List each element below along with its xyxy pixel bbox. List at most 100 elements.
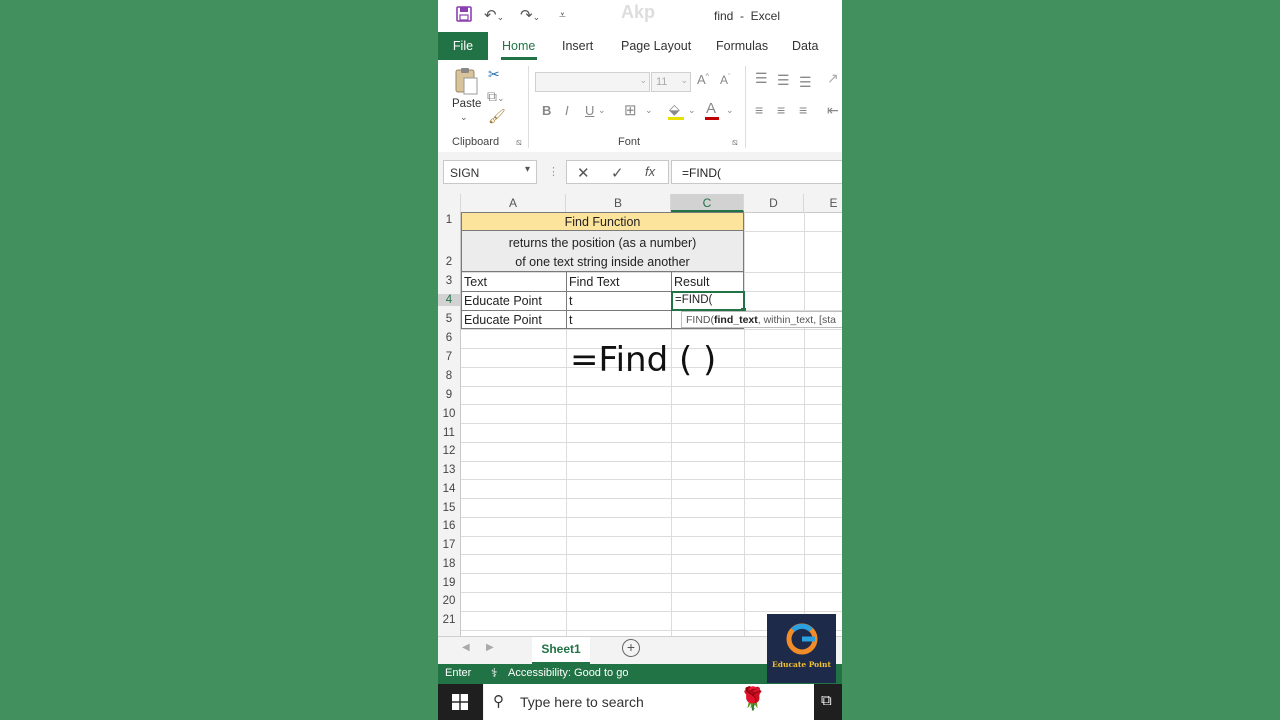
column-header-e[interactable]: E: [804, 194, 842, 212]
cell-a5[interactable]: Educate Point: [464, 313, 542, 327]
row-header[interactable]: 20: [438, 595, 460, 607]
name-box[interactable]: SIGN ▾: [443, 160, 537, 184]
select-all-corner[interactable]: [438, 194, 461, 212]
font-color-icon[interactable]: A: [706, 100, 716, 117]
cell-a4[interactable]: Educate Point: [464, 294, 542, 308]
ribbon-tabs: File Home Insert Page Layout Formulas Da…: [438, 32, 842, 60]
font-size-value: 11: [656, 76, 668, 88]
row-header[interactable]: 21: [438, 614, 460, 626]
row-header[interactable]: 19: [438, 577, 460, 589]
row-header[interactable]: 15: [438, 502, 460, 514]
column-header-a[interactable]: A: [461, 194, 566, 212]
tab-home[interactable]: Home: [502, 39, 535, 53]
row-header[interactable]: 7: [438, 351, 460, 363]
font-launcher-icon[interactable]: ⧅: [732, 137, 738, 148]
cell-a3[interactable]: Text: [464, 275, 487, 289]
row-header[interactable]: 13: [438, 464, 460, 476]
cell-title-merged[interactable]: Find Function: [461, 212, 744, 231]
font-color-swatch: [705, 117, 719, 120]
row-headers: 1 2 3 4 5 6 7 8 9 10 11 12 13 14 15 16 1…: [438, 212, 461, 636]
copy-icon[interactable]: ⧉⌄: [487, 88, 505, 105]
row-header[interactable]: 1: [438, 214, 460, 226]
row-header[interactable]: 2: [438, 256, 460, 268]
increase-font-icon[interactable]: A^: [697, 72, 709, 87]
enter-icon[interactable]: ✓: [611, 164, 624, 182]
cut-icon[interactable]: ✂: [488, 66, 500, 83]
top-align-icon[interactable]: ☰: [755, 70, 768, 87]
row-header-active[interactable]: 4: [438, 294, 460, 306]
scroll-right-icon[interactable]: ▶: [486, 642, 494, 653]
row-header[interactable]: 8: [438, 370, 460, 382]
align-right-icon[interactable]: ≡: [799, 102, 807, 118]
font-color-dropdown-icon[interactable]: ⌄: [726, 105, 734, 116]
sheet-tab-sheet1[interactable]: Sheet1: [532, 637, 590, 664]
task-view-button[interactable]: ⧉: [814, 684, 842, 720]
font-name-dropdown[interactable]: ⌄: [535, 72, 650, 92]
tab-page-layout[interactable]: Page Layout: [621, 39, 691, 53]
underline-dropdown-icon[interactable]: ⌄: [598, 105, 606, 116]
tooltip-current-arg[interactable]: find_text: [714, 314, 758, 326]
row-header[interactable]: 11: [438, 427, 460, 439]
align-center-icon[interactable]: ≡: [777, 102, 785, 118]
orientation-icon[interactable]: ↗: [827, 70, 839, 87]
insert-function-icon[interactable]: fx: [645, 164, 655, 179]
cell-b3[interactable]: Find Text: [569, 275, 620, 289]
bottom-align-icon[interactable]: ☰: [799, 74, 812, 91]
row-header[interactable]: 17: [438, 539, 460, 551]
scroll-left-icon[interactable]: ◀: [462, 642, 470, 653]
cell-c3[interactable]: Result: [674, 275, 709, 289]
cell-b4[interactable]: t: [569, 294, 572, 308]
accessibility-icon[interactable]: ⚕: [491, 666, 498, 680]
save-icon[interactable]: [456, 6, 472, 26]
underline-button[interactable]: U: [585, 103, 594, 118]
function-tooltip[interactable]: FIND(find_text, within_text, [sta: [681, 311, 842, 328]
row-header[interactable]: 16: [438, 520, 460, 532]
row-header[interactable]: 9: [438, 389, 460, 401]
decrease-indent-icon[interactable]: ⇤: [827, 102, 839, 119]
decrease-font-icon[interactable]: Aˇ: [720, 73, 730, 87]
clipboard-launcher-icon[interactable]: ⧅: [516, 137, 522, 148]
row-header[interactable]: 18: [438, 558, 460, 570]
add-sheet-icon[interactable]: +: [622, 639, 640, 657]
tooltip-function-name: FIND(: [686, 314, 714, 326]
cell-c4-active[interactable]: =FIND(: [671, 291, 745, 311]
customize-qat-icon[interactable]: ⩡: [559, 8, 566, 23]
fill-color-icon[interactable]: ⬙: [669, 101, 680, 118]
formula-input[interactable]: =FIND(: [671, 160, 842, 184]
cancel-icon[interactable]: ✕: [577, 164, 590, 182]
row-header[interactable]: 14: [438, 483, 460, 495]
bold-button[interactable]: B: [542, 103, 551, 118]
row-header[interactable]: 6: [438, 332, 460, 344]
row-header[interactable]: 3: [438, 275, 460, 287]
redo-icon[interactable]: ↷⌄: [520, 6, 540, 24]
taskbar-search-box[interactable]: ⚲ Type here to search 🌹: [484, 684, 814, 720]
font-group-label: Font: [618, 136, 641, 148]
start-button[interactable]: [438, 684, 483, 720]
tab-formulas[interactable]: Formulas: [716, 39, 768, 53]
middle-align-icon[interactable]: ☰: [777, 72, 790, 89]
italic-button[interactable]: I: [565, 103, 569, 118]
cell-description-merged[interactable]: returns the position (as a number) of on…: [461, 231, 744, 272]
fill-color-dropdown-icon[interactable]: ⌄: [688, 105, 696, 116]
row-header[interactable]: 5: [438, 313, 460, 325]
tab-data[interactable]: Data: [792, 39, 818, 53]
format-painter-icon[interactable]: 🖌: [488, 108, 506, 125]
borders-icon[interactable]: ⊞: [624, 101, 637, 119]
worksheet-grid[interactable]: A B C D E 1 2 3 4 5 6 7 8 9 10 11 12 13 …: [438, 194, 842, 636]
column-header-c[interactable]: C: [671, 194, 744, 212]
column-header-b[interactable]: B: [566, 194, 671, 212]
paste-label[interactable]: Paste: [452, 98, 481, 110]
tab-file[interactable]: File: [438, 32, 488, 60]
paste-dropdown-icon[interactable]: ⌄: [460, 112, 468, 123]
undo-icon[interactable]: ↶⌄: [484, 6, 504, 24]
cell-b5[interactable]: t: [569, 313, 572, 327]
paste-icon[interactable]: [453, 66, 479, 96]
column-header-d[interactable]: D: [744, 194, 804, 212]
row-header[interactable]: 10: [438, 408, 460, 420]
row-header[interactable]: 12: [438, 445, 460, 457]
font-size-dropdown[interactable]: 11 ⌄: [651, 72, 691, 92]
accessibility-status[interactable]: Accessibility: Good to go: [508, 667, 628, 679]
borders-dropdown-icon[interactable]: ⌄: [645, 105, 653, 116]
align-left-icon[interactable]: ≡: [755, 102, 763, 118]
tab-insert[interactable]: Insert: [562, 39, 593, 53]
